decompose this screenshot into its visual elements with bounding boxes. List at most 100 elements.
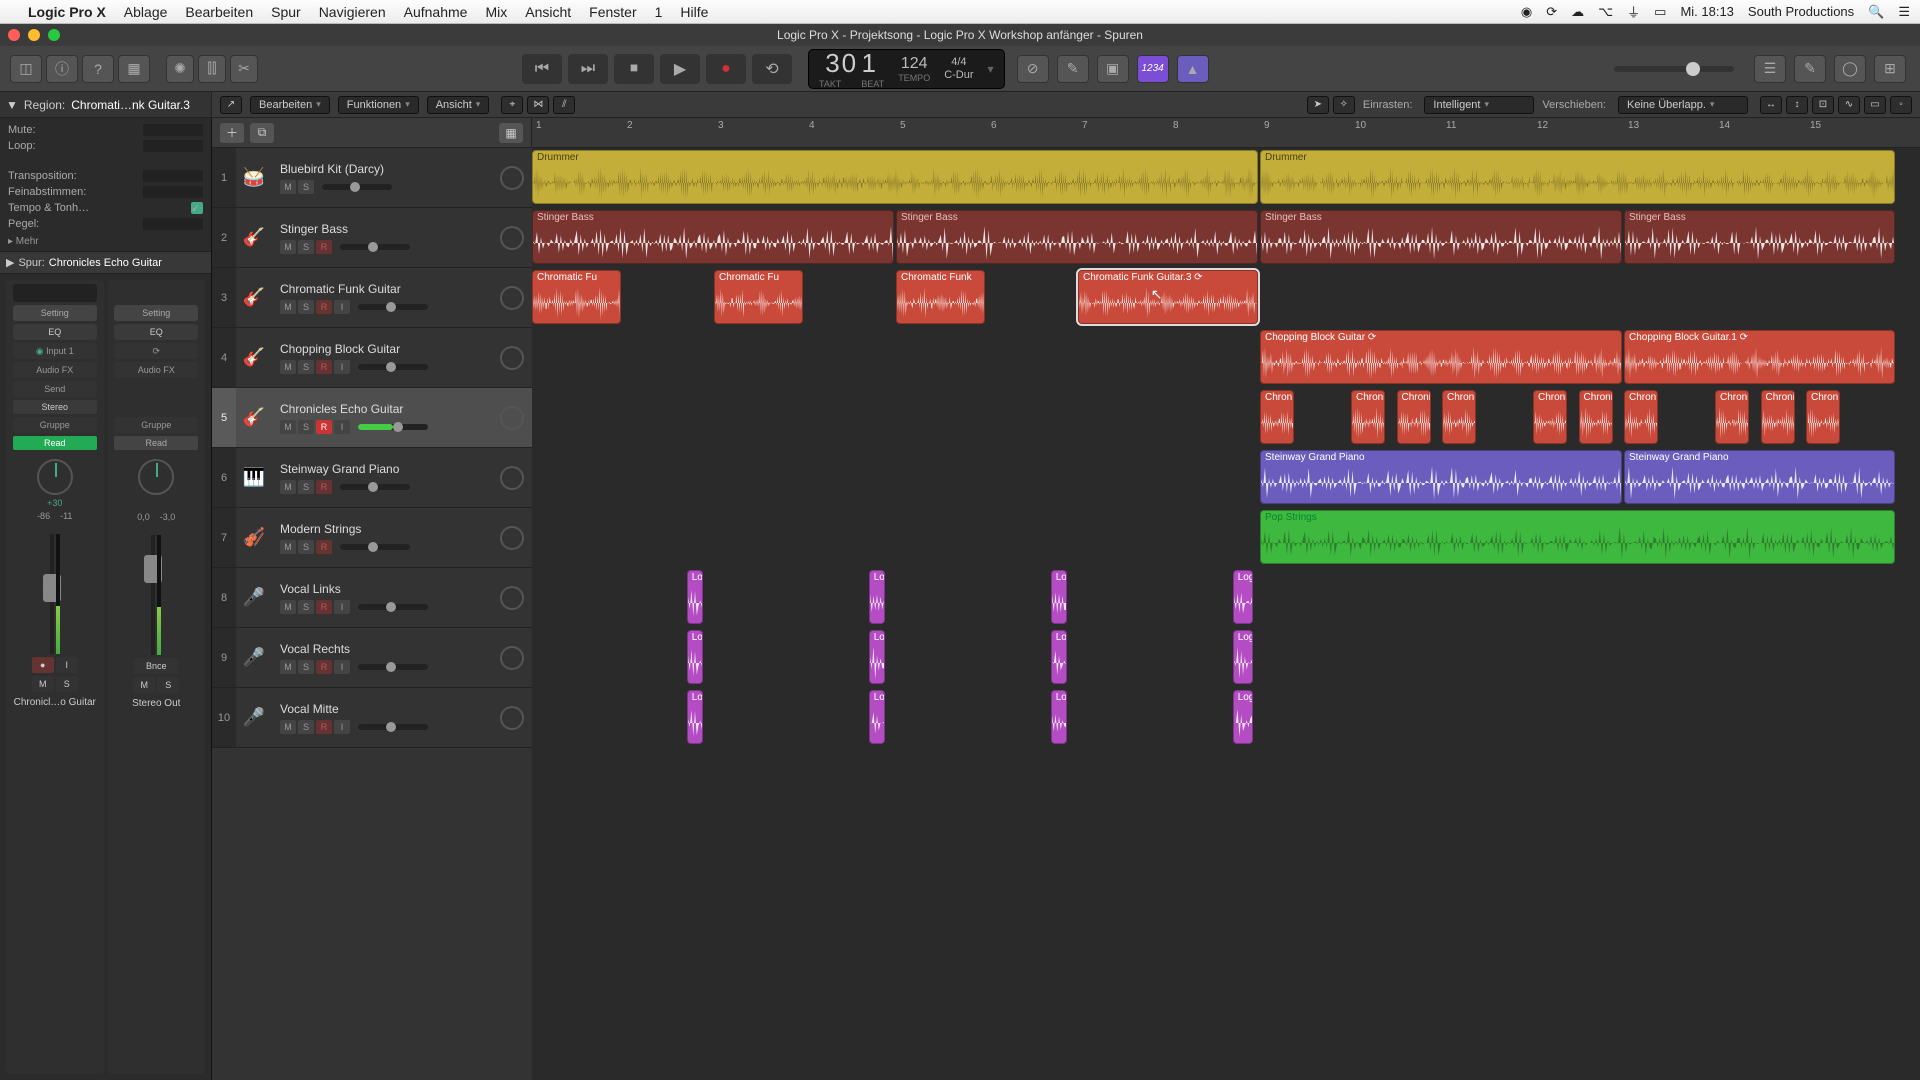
region-disclosure-icon[interactable]: ▼ xyxy=(6,98,18,112)
track-icon[interactable]: 🎻 xyxy=(236,508,272,567)
track-pan-knob[interactable] xyxy=(500,526,524,550)
region[interactable]: Stinger Bass xyxy=(532,210,894,264)
window-minimize[interactable] xyxy=(28,29,40,41)
region[interactable]: Chron xyxy=(1260,390,1294,444)
region[interactable]: Chron xyxy=(1806,390,1840,444)
automation-mode[interactable]: Read xyxy=(13,436,97,450)
track-name[interactable]: Chromatic Funk Guitar xyxy=(280,282,484,296)
transposition-field[interactable] xyxy=(143,170,203,182)
track-icon[interactable]: 🎤 xyxy=(236,568,272,627)
track-icon[interactable]: 🎹 xyxy=(236,448,272,507)
menu-fenster[interactable]: Fenster xyxy=(589,4,636,20)
menu-1[interactable]: 1 xyxy=(655,4,663,20)
strip-bounce[interactable]: Bnce xyxy=(134,658,178,674)
countin-button[interactable]: 1234 xyxy=(1137,55,1169,83)
catch-playhead-icon[interactable]: ↗ xyxy=(220,96,242,114)
group-slot-out[interactable]: Gruppe xyxy=(114,417,198,433)
track-volume-slider[interactable] xyxy=(358,424,428,430)
region[interactable]: Chopping Block Guitar ⟳ xyxy=(1260,330,1622,384)
region[interactable]: Drummer xyxy=(532,150,1258,204)
track-m-button[interactable]: M xyxy=(280,480,296,494)
pan-knob-out[interactable] xyxy=(138,459,174,495)
strip-mute[interactable]: M xyxy=(32,676,54,692)
track-m-button[interactable]: M xyxy=(280,660,296,674)
track-r-button[interactable]: R xyxy=(316,660,332,674)
menu-ansicht[interactable]: Ansicht xyxy=(525,4,571,20)
region[interactable]: Pop Strings xyxy=(1260,510,1895,564)
menuextra-stop-icon[interactable]: ◉ xyxy=(1521,4,1532,20)
flex-icon[interactable]: ⋈ xyxy=(527,96,549,114)
snap-dropdown[interactable]: Intelligent xyxy=(1424,96,1534,114)
mixer-icon[interactable]: ⫿⫿ xyxy=(198,55,226,83)
view-menu[interactable]: Ansicht xyxy=(427,96,490,114)
track-header[interactable]: 3 🎸 Chromatic Funk Guitar MSRI xyxy=(212,268,532,328)
region[interactable]: Chromatic Funk Guitar.3 ⟳ xyxy=(1078,270,1258,324)
menu-bearbeiten[interactable]: Bearbeiten xyxy=(185,4,253,20)
track-header[interactable]: 4 🎸 Chopping Block Guitar MSRI xyxy=(212,328,532,388)
region[interactable]: Steinway Grand Piano xyxy=(1624,450,1895,504)
automation-icon[interactable]: ⌖ xyxy=(501,96,523,114)
region[interactable]: Logi xyxy=(1233,690,1254,744)
lcd-tempo[interactable]: 124 xyxy=(901,55,928,73)
track-icon[interactable]: 🎸 xyxy=(236,208,272,267)
library-button[interactable]: ◫ xyxy=(10,55,42,83)
track-pan-knob[interactable] xyxy=(500,466,524,490)
audiofx-slot-out[interactable]: Audio FX xyxy=(114,362,198,378)
loop-checkbox[interactable] xyxy=(143,140,203,152)
region[interactable]: Steinway Grand Piano xyxy=(1260,450,1622,504)
strip-solo[interactable]: S xyxy=(56,676,78,692)
fader-out[interactable] xyxy=(136,525,176,655)
region[interactable]: Lo xyxy=(1051,570,1067,624)
menubar-user[interactable]: South Productions xyxy=(1748,4,1854,19)
strip-mute-out[interactable]: M xyxy=(133,677,155,693)
rewind-button[interactable]: ⏮ xyxy=(522,54,562,84)
track-name[interactable]: Stinger Bass xyxy=(280,222,484,236)
smart-controls-icon[interactable]: ✺ xyxy=(166,55,194,83)
lcd-display[interactable]: 30 1 TAKT BEAT 124 TEMPO 4/4 C-Dur ▾ xyxy=(808,49,1005,89)
zoom-v-icon[interactable]: ↕ xyxy=(1786,96,1808,114)
region[interactable]: Logi xyxy=(1233,570,1254,624)
track-name[interactable]: Vocal Mitte xyxy=(280,702,484,716)
menuextra-display-icon[interactable]: ▭ xyxy=(1654,4,1666,20)
track-s-button[interactable]: S xyxy=(298,240,314,254)
global-tracks-button[interactable]: ▦ xyxy=(499,123,523,143)
region[interactable]: Chroni xyxy=(1715,390,1749,444)
play-button[interactable]: ▶ xyxy=(660,54,700,84)
region[interactable]: Chromatic Fu xyxy=(532,270,621,324)
track-volume-slider[interactable] xyxy=(358,664,428,670)
strip-solo-out[interactable]: S xyxy=(157,677,179,693)
track-header[interactable]: 2 🎸 Stinger Bass MSR xyxy=(212,208,532,268)
window-zoom[interactable] xyxy=(48,29,60,41)
menu-navigieren[interactable]: Navigieren xyxy=(319,4,386,20)
menu-spur[interactable]: Spur xyxy=(271,4,301,20)
track-icon[interactable]: 🎸 xyxy=(236,328,272,387)
replace-mode-icon[interactable]: ⊘ xyxy=(1017,55,1049,83)
track-i-button[interactable]: I xyxy=(334,300,350,314)
bar-ruler[interactable]: 123456789101112131415 xyxy=(532,118,1920,147)
track-pan-knob[interactable] xyxy=(500,586,524,610)
track-m-button[interactable]: M xyxy=(280,720,296,734)
menubar-clock[interactable]: Mi. 18:13 xyxy=(1680,4,1733,19)
notification-icon[interactable]: ☰ xyxy=(1898,4,1910,20)
toolbar-button[interactable]: ▦ xyxy=(118,55,150,83)
track-volume-slider[interactable] xyxy=(340,244,410,250)
track-pan-knob[interactable] xyxy=(500,226,524,250)
track-r-button[interactable]: R xyxy=(316,480,332,494)
track-m-button[interactable]: M xyxy=(280,180,296,194)
menuextra-wifi-icon[interactable]: ⏚ xyxy=(1627,2,1640,21)
menu-mix[interactable]: Mix xyxy=(485,4,507,20)
forward-button[interactable]: ⏭ xyxy=(568,54,608,84)
window-close[interactable] xyxy=(8,29,20,41)
more-disclosure[interactable]: ▸ Mehr xyxy=(8,236,203,247)
track-r-button[interactable]: R xyxy=(316,360,332,374)
region[interactable]: Chroni xyxy=(1533,390,1567,444)
track-name[interactable]: Chronicles Echo Guitar xyxy=(280,402,484,416)
strip-rec[interactable]: ● xyxy=(32,657,54,673)
track-r-button[interactable]: R xyxy=(316,300,332,314)
metronome-button[interactable]: ▲ xyxy=(1177,55,1209,83)
gain-field[interactable] xyxy=(143,218,203,230)
track-s-button[interactable]: S xyxy=(298,360,314,374)
strip-input-monitor[interactable]: I xyxy=(56,657,78,673)
track-pan-knob[interactable] xyxy=(500,406,524,430)
region[interactable]: Chroni xyxy=(1351,390,1385,444)
